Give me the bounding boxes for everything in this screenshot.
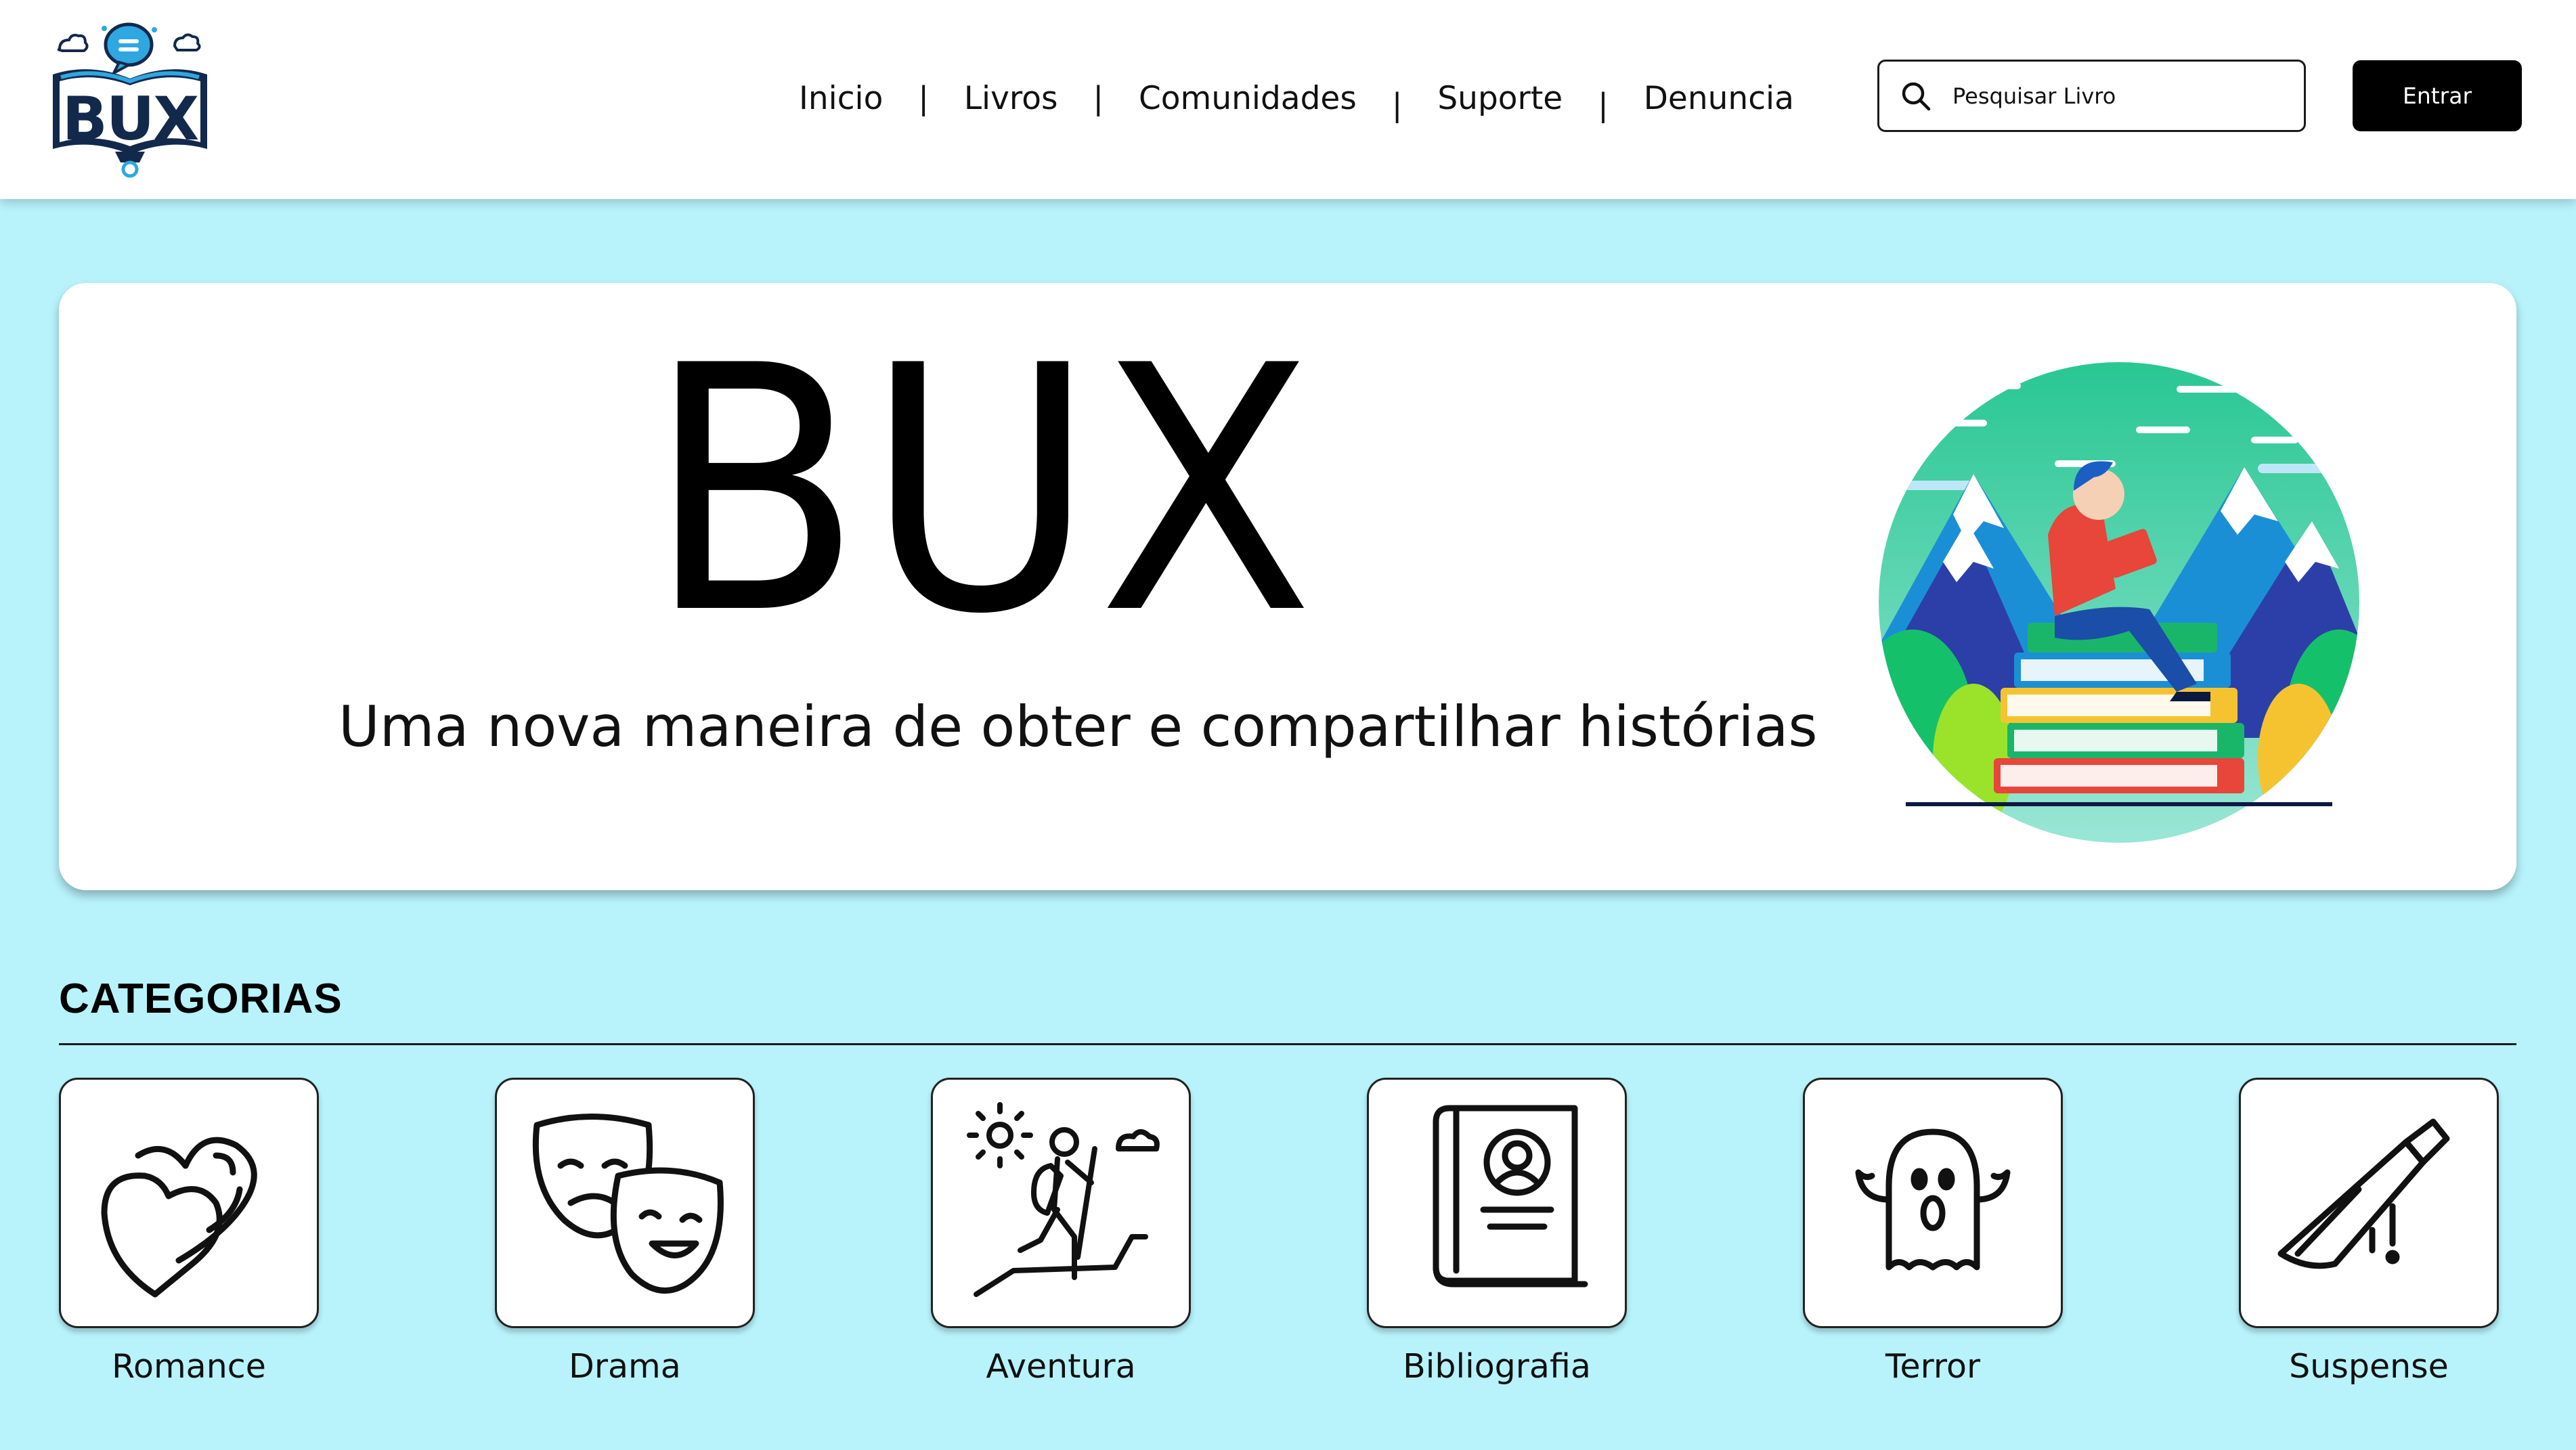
hiker-icon <box>967 1102 1160 1297</box>
nav-suporte[interactable]: Suporte <box>1437 80 1563 117</box>
categories-divider <box>59 1043 2516 1045</box>
main-nav: Inicio | Livros | Comunidades | Suporte … <box>799 74 1794 124</box>
ghost-icon <box>1855 1128 2011 1271</box>
category-label-terror: Terror <box>1885 1347 1981 1386</box>
nav-livros[interactable]: Livros <box>964 80 1058 117</box>
category-card-drama[interactable] <box>495 1078 755 1328</box>
bloody-knife-icon <box>2277 1118 2450 1269</box>
category-card-bibliografia[interactable] <box>1367 1078 1627 1328</box>
category-card-suspense[interactable] <box>2239 1078 2499 1328</box>
category-label-aventura: Aventura <box>986 1347 1136 1386</box>
hero-subtitle: Uma nova maneira de obter e compartilhar… <box>339 694 1818 760</box>
nav-denuncia[interactable]: Denuncia <box>1644 80 1794 117</box>
biography-book-icon <box>1433 1105 1588 1288</box>
bux-logo[interactable]: BUX <box>47 19 213 181</box>
theater-masks-icon <box>532 1114 724 1294</box>
top-header: BUX Inicio | Livros | Comunidades | Supo… <box>0 0 2576 199</box>
search-input[interactable] <box>1952 83 2277 109</box>
category-card-romance[interactable] <box>59 1078 319 1328</box>
category-label-drama: Drama <box>569 1347 681 1386</box>
nav-separator: | <box>1598 87 1609 123</box>
svg-text:BUX: BUX <box>62 84 199 154</box>
nav-separator: | <box>1093 80 1104 116</box>
search-icon <box>1902 82 1931 110</box>
login-button[interactable]: Entrar <box>2353 60 2522 131</box>
nav-comunidades[interactable]: Comunidades <box>1139 80 1357 117</box>
category-label-bibliografia: Bibliografia <box>1403 1347 1591 1386</box>
category-label-romance: Romance <box>112 1347 266 1386</box>
category-card-terror[interactable] <box>1803 1078 2063 1328</box>
hero-title: BUX <box>647 294 1317 688</box>
person-reading-on-books-illustration <box>1879 362 2359 843</box>
category-card-aventura[interactable] <box>931 1078 1191 1328</box>
search-box[interactable] <box>1877 60 2306 132</box>
hearts-icon <box>101 1137 257 1298</box>
categories-title: CATEGORIAS <box>59 975 343 1022</box>
nav-inicio[interactable]: Inicio <box>799 80 883 117</box>
nav-separator: | <box>918 80 929 116</box>
category-label-suspense: Suspense <box>2289 1347 2449 1386</box>
nav-separator: | <box>1391 87 1403 123</box>
